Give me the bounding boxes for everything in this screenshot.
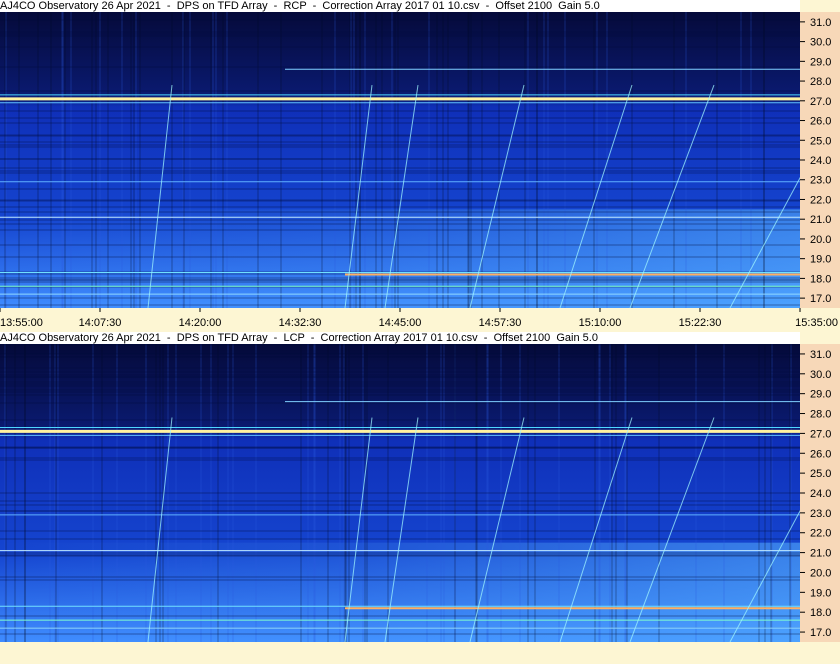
time-axis: 13:55:00 14:07:30 14:20:00 14:32:30 14:45:00…	[0, 308, 840, 332]
y-tick-label: 26.0	[810, 116, 831, 128]
x-tick-label: 14:45:00	[379, 317, 422, 329]
y-tick-label: 27.0	[810, 96, 831, 108]
footer-strip	[0, 642, 840, 664]
lcp-frequency-axis: 17.0 18.0 19.0 20.0 21.0 22.0 23.0 24.0 25.0 26.0…	[800, 344, 840, 642]
x-tick-label: 14:07:30	[79, 317, 122, 329]
y-tick-label: 21.0	[810, 214, 831, 226]
y-tick-label: 19.0	[810, 254, 831, 266]
y-tick-label: 25.0	[810, 135, 831, 147]
spectrogram-image	[0, 344, 800, 642]
y-tick-label: 31.0	[810, 17, 831, 29]
y-tick-label: 19.0	[810, 587, 831, 599]
y-tick-label: 29.0	[810, 56, 831, 68]
y-tick-label: 17.0	[810, 293, 831, 305]
rcp-spectrogram	[0, 12, 800, 308]
spectrogram-image	[0, 12, 800, 308]
y-tick-label: 17.0	[810, 627, 831, 639]
y-tick-label: 23.0	[810, 508, 831, 520]
x-tick-label: 14:57:30	[479, 317, 522, 329]
x-tick-label: 14:32:30	[279, 317, 322, 329]
y-tick-label: 30.0	[810, 37, 831, 49]
y-tick-label: 25.0	[810, 468, 831, 480]
y-tick-label: 18.0	[810, 273, 831, 285]
time-axis-svg: 13:55:00 14:07:30 14:20:00 14:32:30 14:45:00…	[0, 308, 838, 329]
y-tick-label: 24.0	[810, 155, 831, 167]
frequency-axis-svg: 17.0 18.0 19.0 20.0 21.0 22.0 23.0 24.0 25.0 26.0…	[800, 17, 831, 305]
rcp-frequency-axis: 17.0 18.0 19.0 20.0 21.0 22.0 23.0 24.0 25.0 26.0…	[800, 12, 840, 308]
top-panel-title: AJ4CO Observatory 26 Apr 2021 - DPS on T…	[0, 0, 800, 12]
y-tick-label: 20.0	[810, 234, 831, 246]
x-tick-label: 15:35:00	[795, 317, 838, 329]
y-tick-label: 21.0	[810, 548, 831, 560]
x-tick-label: 13:55:00	[0, 317, 43, 329]
y-tick-label: 29.0	[810, 389, 831, 401]
y-tick-label: 22.0	[810, 528, 831, 540]
low-frequency-glow	[0, 542, 800, 642]
y-tick-label: 28.0	[810, 76, 831, 88]
y-tick-label: 22.0	[810, 194, 831, 206]
y-tick-label: 24.0	[810, 488, 831, 500]
y-tick-label: 26.0	[810, 448, 831, 460]
x-tick-label: 15:10:00	[579, 317, 622, 329]
y-tick-label: 23.0	[810, 175, 831, 187]
x-tick-label: 14:20:00	[179, 317, 222, 329]
bottom-panel-title: AJ4CO Observatory 26 Apr 2021 - DPS on T…	[0, 332, 800, 344]
y-tick-label: 30.0	[810, 369, 831, 381]
y-tick-label: 27.0	[810, 428, 831, 440]
frequency-axis-svg: 17.0 18.0 19.0 20.0 21.0 22.0 23.0 24.0 25.0 26.0…	[800, 349, 831, 639]
lcp-spectrogram	[0, 344, 800, 642]
y-tick-label: 28.0	[810, 409, 831, 421]
x-tick-label: 15:22:30	[679, 317, 722, 329]
y-tick-label: 20.0	[810, 567, 831, 579]
y-tick-label: 18.0	[810, 607, 831, 619]
y-tick-label: 31.0	[810, 349, 831, 361]
